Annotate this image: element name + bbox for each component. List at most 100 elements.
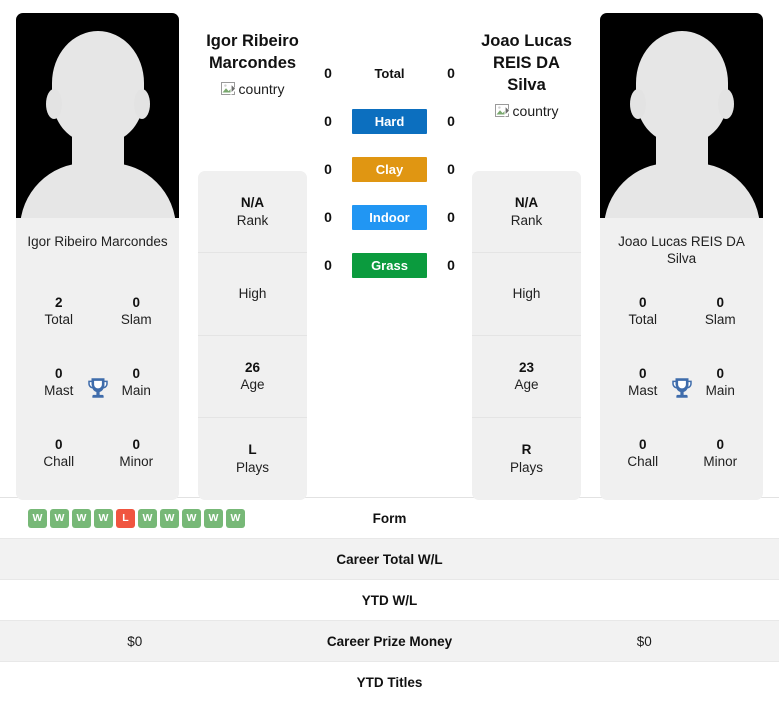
info-high-label-right: High <box>512 286 541 302</box>
surface-left-score: 0 <box>324 161 332 177</box>
player-card-right: Joao Lucas REIS DA Silva 0 Total 0 Slam … <box>600 13 763 500</box>
stats-cell-right: $0 <box>510 634 779 649</box>
titles-chall-label-left: Chall <box>43 454 75 470</box>
info-plays-label-left: Plays <box>235 459 269 475</box>
titles-total-label-left: Total <box>44 311 74 327</box>
form-badge-win[interactable]: W <box>50 508 69 528</box>
form-badge-win[interactable]: W <box>160 508 179 528</box>
info-high-label-left: High <box>238 286 267 302</box>
country-alt-text-right: country <box>512 103 559 119</box>
surface-row: 0 Grass 0 <box>307 252 472 278</box>
surface-row: 0 Total 0 <box>307 60 472 86</box>
surface-row: 0 Indoor 0 <box>307 204 472 230</box>
info-age-label-left: Age <box>240 377 265 393</box>
titles-minor-label-left: Minor <box>119 454 154 470</box>
form-badge-win[interactable]: W <box>138 508 157 528</box>
stats-table: W W W W L W W W W W Form Career Total W/L YTD W/L $0 C… <box>0 497 779 703</box>
titles-main-label-left: Main <box>121 382 151 398</box>
titles-slam-label-left: Slam <box>120 311 152 327</box>
form-badge-win[interactable]: W <box>94 508 113 528</box>
surface-right-score: 0 <box>447 65 455 81</box>
titles-minor-right: 0 Minor <box>682 419 760 490</box>
player-name-left: Igor Ribeiro Marcondes <box>206 32 299 72</box>
country-flag-left: country <box>220 80 285 98</box>
form-badge-win[interactable]: W <box>28 508 47 528</box>
titles-chall-value-left: 0 <box>54 437 63 453</box>
titles-slam-right: 0 Slam <box>682 276 760 347</box>
titles-main-value-right: 0 <box>716 366 724 382</box>
info-rank-value-left: N/A <box>240 195 265 211</box>
stats-row-label: YTD W/L <box>361 592 418 608</box>
titles-slam-left: 0 Slam <box>98 276 176 347</box>
info-age-left: 26 Age <box>198 336 307 418</box>
titles-total-label-right: Total <box>628 311 658 327</box>
avatar-ear-right-shape <box>717 89 734 119</box>
avatar-head-shape <box>51 31 144 143</box>
stats-cell-left: WWWWLWWWWW <box>0 508 270 528</box>
trophy-icon <box>669 375 695 401</box>
broken-image-icon <box>494 103 511 119</box>
titles-minor-label-right: Minor <box>703 454 738 470</box>
avatar-right <box>600 13 763 218</box>
info-plays-left: L Plays <box>198 418 307 500</box>
player-card-left: Igor Ribeiro Marcondes 2 Total 0 Slam 0 … <box>16 13 179 500</box>
info-plays-value-left: L <box>248 442 257 458</box>
player-name-block-left: Igor Ribeiro Marcondes country <box>198 8 307 102</box>
avatar-head-shape <box>635 31 728 143</box>
country-flag-right: country <box>494 102 559 120</box>
stats-value: $0 <box>127 633 143 649</box>
info-age-right: 23 Age <box>472 336 581 418</box>
stats-row: Career Total W/L <box>0 539 779 580</box>
surface-label-hard: Hard <box>352 108 427 134</box>
titles-chall-right: 0 Chall <box>604 419 682 490</box>
surface-left-score: 0 <box>324 65 332 81</box>
info-high-right: High <box>472 253 581 336</box>
stats-row-label: Form <box>372 510 407 526</box>
titles-total-value-right: 0 <box>638 294 647 310</box>
surface-row: 0 Clay 0 <box>307 156 472 182</box>
form-badge-win[interactable]: W <box>72 508 91 528</box>
titles-grid-left: 2 Total 0 Slam 0 Mast 0 Main 0 Chall 0 M… <box>16 276 179 500</box>
stats-row: YTD Titles <box>0 662 779 703</box>
surface-left-score: 0 <box>324 209 332 225</box>
stats-cell-left: $0 <box>0 634 270 649</box>
avatar-ear-left-shape <box>45 89 62 119</box>
stats-row-label: YTD Titles <box>356 675 423 690</box>
surface-label-total: Total <box>374 65 405 81</box>
player-info-right: N/A Rank High 23 Age R Plays <box>472 171 581 500</box>
form-badge-win[interactable]: W <box>204 508 223 528</box>
titles-slam-value-right: 0 <box>716 294 724 310</box>
surface-breakdown: 0 Total 0 0 Hard 0 0 Clay 0 0 Indoor 0 0 <box>307 8 472 278</box>
info-rank-left: N/A Rank <box>198 171 307 254</box>
country-alt-text-left: country <box>238 81 285 97</box>
surface-right-score: 0 <box>447 161 455 177</box>
player-name-right: Joao Lucas REIS DA Silva <box>481 32 572 94</box>
titles-mast-label-left: Mast <box>44 382 74 398</box>
comparison-section: Igor Ribeiro Marcondes 2 Total 0 Slam 0 … <box>0 0 779 500</box>
player-name-block-right: Joao Lucas REIS DA Silva country <box>472 8 581 124</box>
form-badge-win[interactable]: W <box>182 508 201 528</box>
stats-row-label: Career Prize Money <box>326 633 453 649</box>
info-rank-label-right: Rank <box>510 212 543 228</box>
avatar-body-shape <box>603 163 760 218</box>
titles-slam-value-left: 0 <box>132 294 140 310</box>
titles-mast-value-left: 0 <box>54 366 63 382</box>
surface-row: 0 Hard 0 <box>307 108 472 134</box>
trophy-icon <box>85 375 111 401</box>
surface-label-indoor: Indoor <box>352 204 427 230</box>
titles-minor-value-left: 0 <box>132 437 140 453</box>
form-badge-win[interactable]: W <box>226 508 245 528</box>
titles-slam-label-right: Slam <box>704 311 736 327</box>
form-badge-loss[interactable]: L <box>116 508 135 528</box>
info-age-value-left: 26 <box>244 359 261 375</box>
titles-minor-left: 0 Minor <box>98 419 176 490</box>
avatar-left <box>16 13 179 218</box>
info-age-value-right: 23 <box>518 359 535 375</box>
info-rank-label-left: Rank <box>236 212 269 228</box>
titles-grid-right: 0 Total 0 Slam 0 Mast 0 Main 0 Chall 0 M… <box>600 276 763 500</box>
player-photo-caption-right: Joao Lucas REIS DA Silva <box>618 234 745 266</box>
player-photo-caption-left: Igor Ribeiro Marcondes <box>27 234 168 249</box>
surface-label-clay: Clay <box>352 156 427 182</box>
titles-main-label-right: Main <box>705 382 735 398</box>
titles-chall-left: 0 Chall <box>20 419 98 490</box>
